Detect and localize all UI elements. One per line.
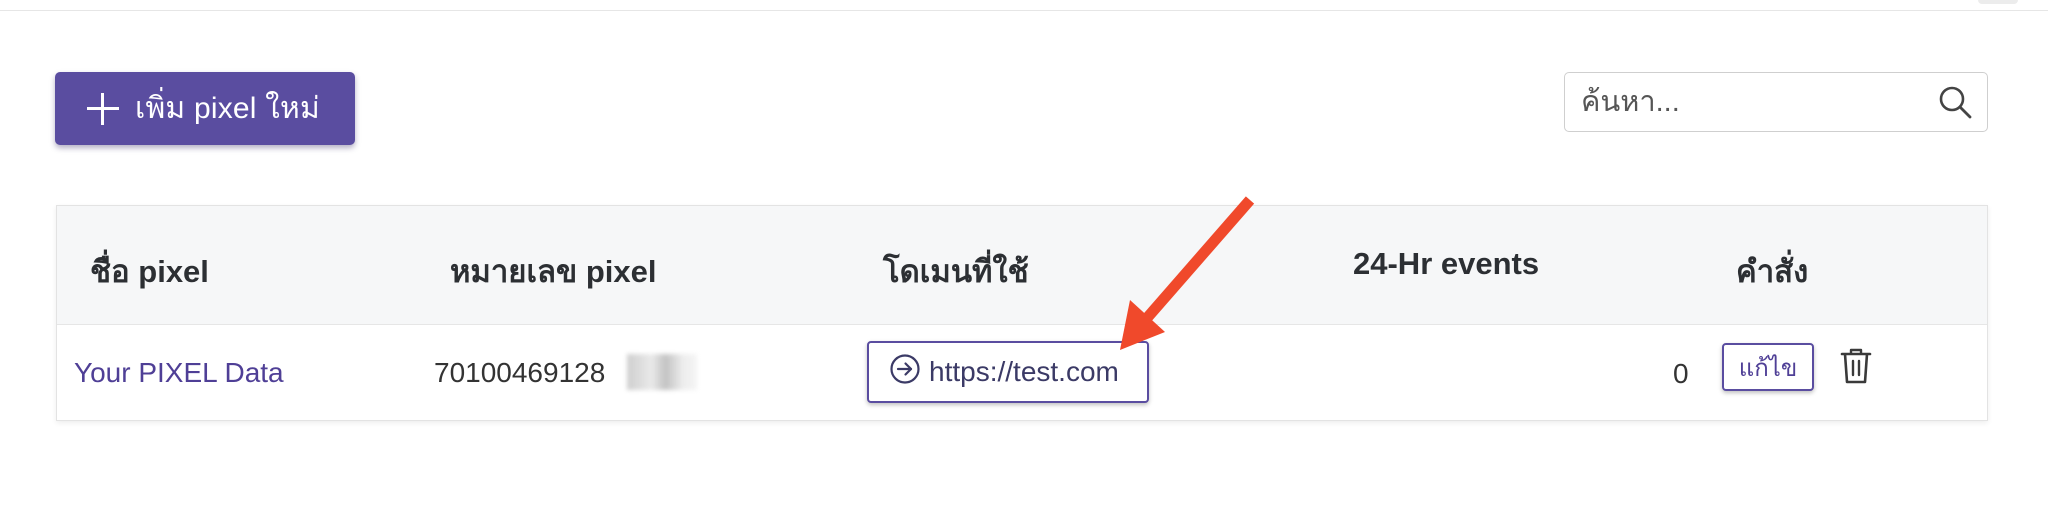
search-box[interactable] — [1564, 72, 1988, 132]
plus-icon — [87, 92, 119, 125]
trash-icon[interactable] — [1840, 347, 1872, 385]
search-input[interactable] — [1581, 85, 1921, 119]
corner-shadow — [1978, 0, 2018, 4]
header-actions: คำสั่ง — [1736, 254, 1809, 289]
add-pixel-button[interactable]: เพิ่ม pixel ใหม่ — [55, 72, 355, 145]
events-24h-value: 0 — [1673, 358, 1689, 389]
header-pixel-name: ชื่อ pixel — [90, 254, 209, 289]
table-header: ชื่อ pixel หมายเลข pixel โดเมนที่ใช้ 24-… — [57, 206, 1987, 325]
search-icon[interactable] — [1937, 84, 1973, 120]
header-24hr-events: 24-Hr events — [1353, 246, 1540, 281]
pixel-id-value: 70100469128 — [434, 357, 606, 388]
top-divider — [0, 10, 2048, 11]
circle-arrow-right-icon — [890, 354, 920, 384]
domain-url: https://test.com — [929, 356, 1119, 387]
add-pixel-label: เพิ่ม pixel ใหม่ — [135, 92, 320, 125]
header-domain: โดเมนที่ใช้ — [883, 254, 1029, 289]
edit-button[interactable]: แก้ไข — [1722, 343, 1814, 391]
redacted-id-blur — [627, 354, 697, 390]
pixel-name-link[interactable]: Your PIXEL Data — [74, 357, 284, 389]
pixel-table: ชื่อ pixel หมายเลข pixel โดเมนที่ใช้ 24-… — [56, 205, 1988, 421]
header-pixel-id: หมายเลข pixel — [450, 254, 657, 289]
domain-link-button[interactable]: https://test.com — [867, 341, 1149, 403]
